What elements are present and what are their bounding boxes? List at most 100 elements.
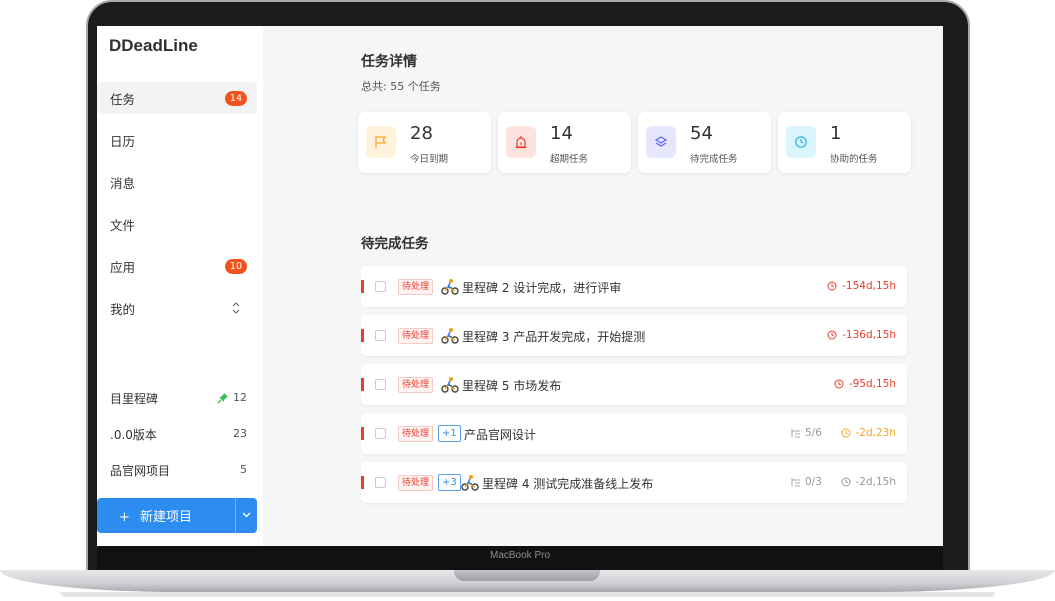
subtask-count: 0/3 — [791, 476, 822, 488]
cyclist-icon — [461, 475, 479, 491]
nav-item-label: 文件 — [110, 217, 136, 233]
laptop-notch — [454, 570, 600, 581]
laptop-mockup: MacBook Pro DDeadLine 任务 14 日历 消息 文件 应用 … — [0, 0, 1055, 601]
status-tag: 待处理 — [398, 475, 434, 491]
project-item[interactable]: 目里程碑 12 — [97, 385, 257, 411]
deadline: -2d,15h — [841, 476, 897, 488]
task-row[interactable]: 待处理 +3 里程碑 4 测试完成准备线上发布 0/3 -2d,15h — [361, 462, 907, 503]
deadline-text: -136d,15h — [842, 329, 896, 341]
nav-item-calendar[interactable]: 日历 — [97, 124, 257, 156]
nav-item-tasks[interactable]: 任务 14 — [97, 82, 257, 114]
deadline: -95d,15h — [834, 378, 896, 390]
subtask-count: 5/6 — [791, 427, 822, 439]
deadline: -2d,23h — [841, 427, 896, 439]
cyclist-icon — [441, 279, 459, 295]
project-count: 23 — [233, 427, 247, 440]
priority-bar — [361, 280, 364, 293]
new-project-button[interactable]: + 新建项目 — [97, 498, 257, 533]
task-name[interactable]: 里程碑 4 测试完成准备线上发布 — [482, 475, 653, 492]
stat-card-due-today[interactable]: 28 今日到期 — [358, 112, 491, 173]
cyclist-icon — [441, 377, 459, 393]
nav-item-files[interactable]: 文件 — [97, 208, 257, 240]
deadline: -154d,15h — [827, 280, 896, 292]
apps-badge: 10 — [224, 259, 247, 274]
layers-icon — [646, 126, 676, 158]
app-screen: DDeadLine 任务 14 日历 消息 文件 应用 10 我的 目里程碑 1… — [97, 26, 943, 546]
pin-icon — [217, 393, 228, 404]
subtask-text: 5/6 — [805, 427, 822, 439]
task-checkbox[interactable] — [375, 428, 386, 439]
task-name[interactable]: 里程碑 2 设计完成，进行评审 — [462, 279, 621, 296]
sidebar: DDeadLine 任务 14 日历 消息 文件 应用 10 我的 目里程碑 1… — [97, 26, 263, 546]
stat-card-assisting[interactable]: 1 协助的任务 — [778, 112, 911, 173]
task-row[interactable]: 待处理 +1 产品官网设计 5/6 -2d,23h — [361, 413, 907, 454]
stat-number: 28 — [410, 123, 433, 144]
stat-card-overdue[interactable]: 14 超期任务 — [498, 112, 631, 173]
subtask-icon — [791, 478, 800, 487]
task-name[interactable]: 里程碑 3 产品开发完成，开始提测 — [462, 328, 645, 345]
nav-item-mine[interactable]: 我的 — [97, 292, 257, 324]
project-item[interactable]: 品官网项目 5 — [97, 457, 257, 483]
task-name[interactable]: 产品官网设计 — [464, 426, 536, 443]
stat-label: 今日到期 — [410, 154, 449, 165]
task-row[interactable]: 待处理 里程碑 2 设计完成，进行评审 -154d,15h — [361, 266, 907, 307]
assignee-count-badge[interactable]: +3 — [438, 474, 461, 491]
plus-icon: + — [119, 510, 130, 525]
priority-bar — [361, 329, 364, 342]
tasks-badge: 14 — [224, 91, 247, 106]
status-tag: 待处理 — [398, 328, 434, 344]
task-checkbox[interactable] — [375, 477, 386, 488]
clock-icon — [827, 330, 837, 340]
project-name: .0.0版本 — [110, 427, 157, 442]
chevron-down-icon[interactable] — [236, 510, 257, 521]
project-count: 12 — [233, 391, 247, 404]
clock-icon — [841, 428, 850, 438]
clock-icon — [827, 281, 837, 291]
clock-icon — [786, 126, 816, 158]
task-checkbox[interactable] — [375, 330, 386, 341]
nav-item-label: 消息 — [110, 175, 136, 191]
priority-bar — [361, 427, 364, 440]
nav-item-label: 应用 — [110, 259, 136, 275]
assignee-count-badge[interactable]: +1 — [438, 425, 461, 442]
deadline-text: -2d,15h — [855, 476, 897, 488]
priority-bar — [361, 378, 364, 391]
task-checkbox[interactable] — [375, 379, 386, 390]
cyclist-icon — [441, 328, 459, 344]
subtask-text: 0/3 — [805, 476, 822, 488]
stat-number: 14 — [550, 123, 573, 144]
stat-number: 54 — [690, 123, 713, 144]
device-label: MacBook Pro — [489, 550, 551, 561]
nav-item-apps[interactable]: 应用 10 — [97, 250, 257, 282]
task-name[interactable]: 里程碑 5 市场发布 — [462, 377, 561, 394]
stat-number: 1 — [830, 123, 842, 144]
nav-item-label: 任务 — [110, 91, 136, 107]
laptop-chin: MacBook Pro — [97, 546, 943, 570]
deadline-text: -95d,15h — [848, 378, 896, 390]
subtask-icon — [791, 429, 800, 438]
status-tag: 待处理 — [398, 426, 434, 442]
stat-card-pending[interactable]: 54 待完成任务 — [638, 112, 771, 173]
flag-icon — [366, 126, 396, 158]
project-count: 5 — [240, 463, 247, 476]
status-tag: 待处理 — [398, 279, 434, 295]
page-title: 任务详情 — [361, 54, 417, 70]
task-row[interactable]: 待处理 里程碑 3 产品开发完成，开始提测 -136d,15h — [361, 315, 907, 356]
app-brand: DDeadLine — [109, 36, 198, 55]
project-name: 品官网项目 — [110, 463, 171, 478]
new-project-label: 新建项目 — [140, 510, 193, 525]
section-title: 待完成任务 — [361, 236, 429, 252]
chevron-updown-icon[interactable] — [231, 299, 241, 317]
alarm-icon — [506, 126, 536, 158]
nav-item-messages[interactable]: 消息 — [97, 166, 257, 198]
task-summary: 总共: 55 个任务 — [361, 80, 441, 93]
nav-item-label: 日历 — [110, 133, 136, 149]
task-row[interactable]: 待处理 里程碑 5 市场发布 -95d,15h — [361, 364, 907, 405]
deadline: -136d,15h — [827, 329, 896, 341]
clock-icon — [841, 477, 850, 487]
stat-label: 超期任务 — [550, 154, 589, 165]
project-item[interactable]: .0.0版本 23 — [97, 421, 257, 447]
task-checkbox[interactable] — [375, 281, 386, 292]
new-project-main[interactable]: + 新建项目 — [97, 506, 235, 525]
project-name: 目里程碑 — [110, 391, 159, 406]
